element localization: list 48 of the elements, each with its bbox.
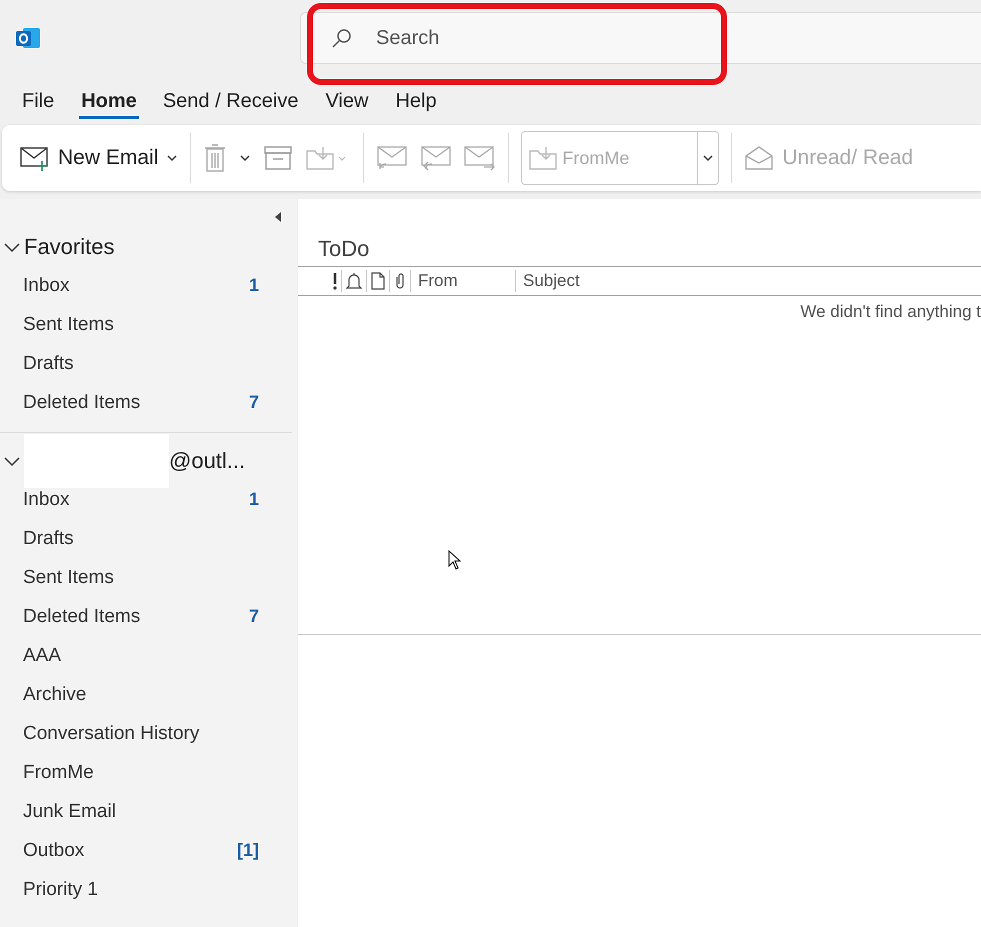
folder-item[interactable]: Outbox — [23, 840, 84, 862]
importance-icon[interactable] — [332, 271, 338, 291]
menu-tab[interactable]: Help — [381, 78, 450, 119]
caret-icon[interactable] — [239, 153, 252, 163]
menu-tab[interactable]: View — [311, 78, 382, 119]
unread-count: 1 — [248, 275, 259, 296]
unread-count: 7 — [248, 606, 259, 627]
folder-item[interactable]: Deleted Items — [23, 606, 140, 628]
envelope-plus-icon — [20, 145, 50, 171]
account-name[interactable]: @outl... — [169, 448, 246, 474]
app-logo-icon — [15, 25, 41, 51]
caret-icon[interactable] — [166, 153, 178, 163]
folder-item[interactable]: Inbox — [23, 274, 70, 296]
mouse-pointer-icon — [448, 550, 461, 570]
chevron-icon[interactable] — [4, 240, 20, 252]
folder-item[interactable]: AAA — [23, 644, 62, 666]
empty-message: We didn't find anything t — [800, 302, 981, 322]
folder-item[interactable]: Inbox — [23, 488, 70, 510]
folder-item[interactable]: Priority 1 — [23, 878, 98, 900]
folder-item[interactable]: FromMe — [23, 762, 94, 784]
column-header[interactable]: From — [414, 271, 512, 291]
new-email-button[interactable]: New Email — [20, 145, 158, 171]
caret-icon — [702, 153, 714, 163]
folder-arrow-icon — [528, 145, 558, 171]
group-title[interactable]: Favorites — [24, 234, 114, 260]
document-icon[interactable] — [370, 271, 386, 291]
unread-count: 1 — [248, 489, 259, 510]
folder-item[interactable]: Sent Items — [23, 566, 114, 588]
archive-box-icon[interactable] — [263, 145, 294, 171]
folder-item[interactable]: Archive — [23, 684, 86, 706]
menu-tab[interactable]: Send / Receive — [148, 78, 312, 119]
collapse-arrow-icon[interactable] — [274, 211, 282, 223]
search-field[interactable]: Search — [300, 12, 981, 64]
open-envelope-icon — [744, 145, 774, 171]
bell-icon[interactable] — [345, 271, 363, 291]
folder-item[interactable]: Drafts — [23, 528, 74, 550]
unread-count: 7 — [248, 392, 259, 413]
folder-item[interactable]: Deleted Items — [23, 392, 140, 414]
unread-count: [1] — [237, 840, 259, 861]
column-header[interactable]: Subject — [519, 271, 584, 291]
folder-title: ToDo — [317, 235, 370, 263]
menu-tab[interactable]: File — [8, 78, 68, 119]
folder-item[interactable]: Drafts — [23, 352, 74, 374]
folder-item[interactable]: Junk Email — [23, 800, 116, 822]
folder-item[interactable]: Sent Items — [23, 314, 114, 336]
folder-item[interactable]: Conversation History — [23, 722, 200, 744]
menu-tab[interactable]: Home — [79, 78, 139, 119]
chevron-icon[interactable] — [4, 454, 20, 466]
